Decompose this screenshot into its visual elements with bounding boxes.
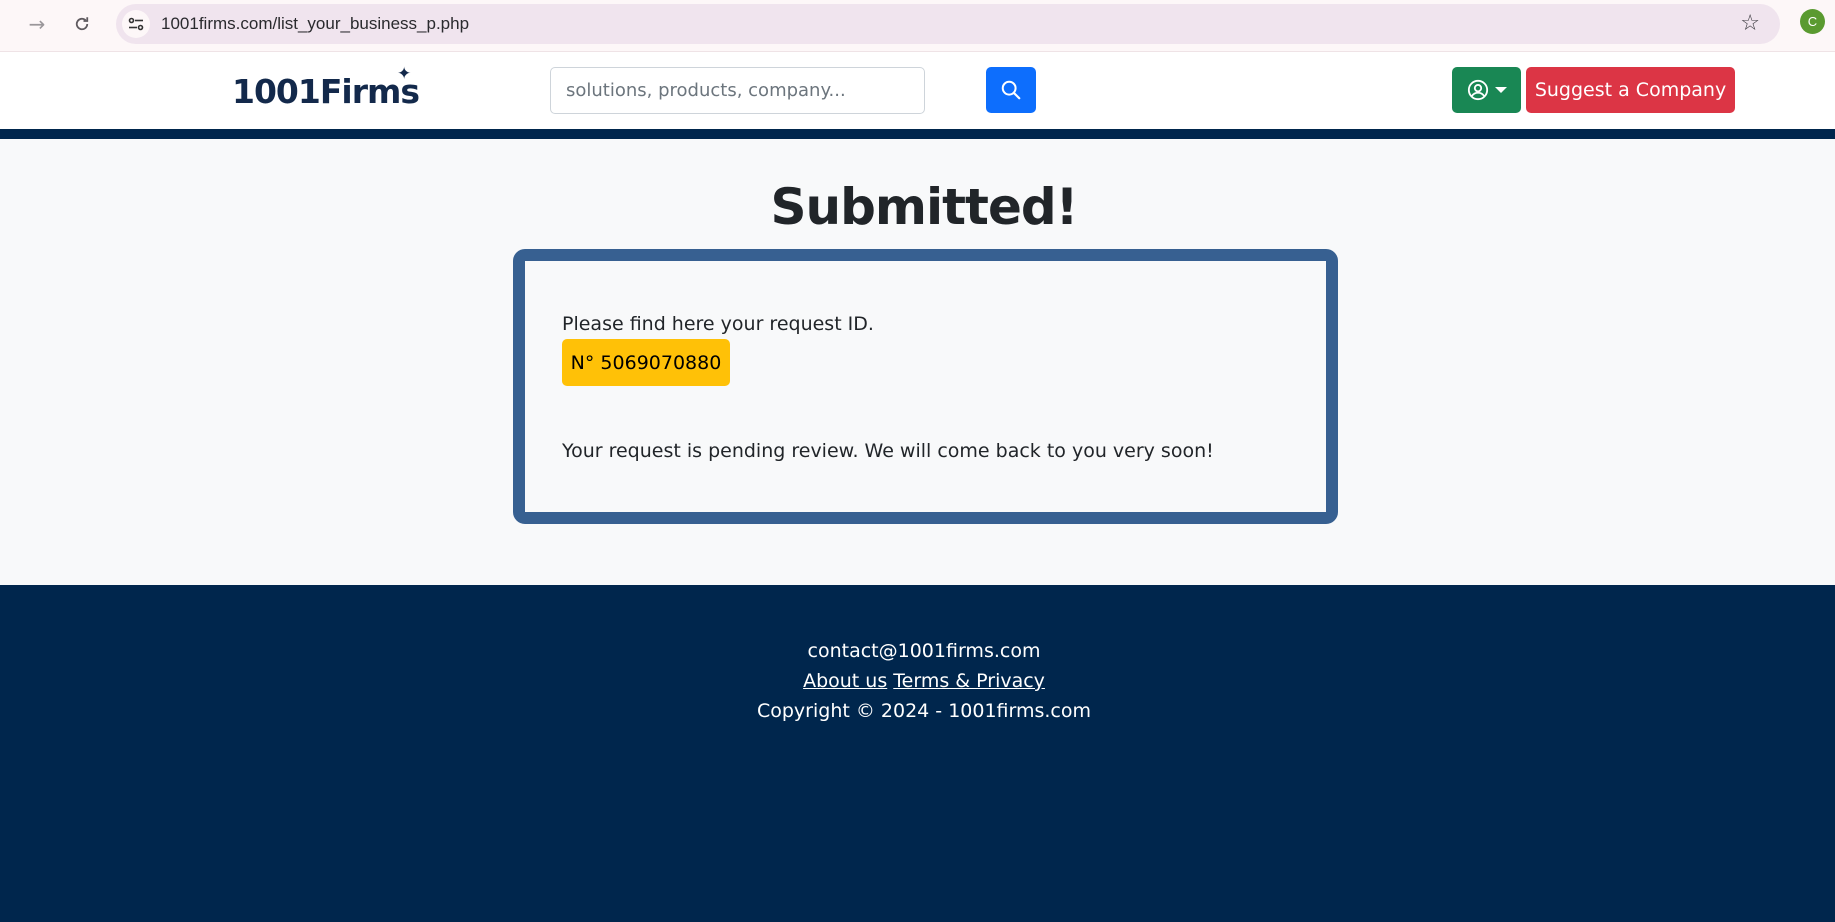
site-info-button[interactable] xyxy=(122,10,150,38)
user-circle-icon xyxy=(1467,79,1488,101)
search-icon xyxy=(1001,80,1021,100)
bookmark-star-icon[interactable]: ☆ xyxy=(1740,11,1760,36)
address-bar[interactable]: 1001firms.com/list_your_business_p.php ☆ xyxy=(116,4,1780,44)
tune-icon xyxy=(128,17,144,31)
browser-toolbar: → 1001firms.com/list_your_business_p.php… xyxy=(0,0,1835,52)
request-id-badge: N° 5069070880 xyxy=(562,339,730,386)
user-menu-button[interactable] xyxy=(1452,67,1521,113)
about-us-link[interactable]: About us xyxy=(803,670,887,692)
url-text[interactable]: 1001firms.com/list_your_business_p.php xyxy=(161,14,469,34)
header-divider xyxy=(0,129,1835,139)
footer-links: About us Terms & Privacy xyxy=(0,670,1835,692)
profile-avatar[interactable]: C xyxy=(1800,9,1825,34)
pending-review-message: Your request is pending review. We will … xyxy=(562,440,1214,462)
reload-button[interactable] xyxy=(68,10,96,38)
confirmation-card: Please find here your request ID. N° 506… xyxy=(513,249,1338,524)
sparkle-icon: ✦ xyxy=(397,64,412,84)
reload-icon xyxy=(75,17,89,31)
request-id-intro: Please find here your request ID. xyxy=(562,313,874,335)
search-button[interactable] xyxy=(986,67,1036,113)
site-header: 1001Firms ✦ Suggest a Company xyxy=(0,52,1835,129)
forward-button[interactable]: → xyxy=(23,10,51,38)
suggest-company-button[interactable]: Suggest a Company xyxy=(1526,67,1735,113)
arrow-right-icon: → xyxy=(28,12,46,36)
contact-email: contact@1001firms.com xyxy=(807,640,1041,662)
page-title: Submitted! xyxy=(770,178,1079,236)
search-input[interactable] xyxy=(550,67,925,114)
site-footer: contact@1001firms.com About us Terms & P… xyxy=(0,585,1835,922)
terms-privacy-link[interactable]: Terms & Privacy xyxy=(893,670,1045,692)
site-logo[interactable]: 1001Firms xyxy=(232,72,420,111)
caret-down-icon xyxy=(1494,87,1507,93)
copyright-text: Copyright © 2024 - 1001firms.com xyxy=(756,700,1092,722)
